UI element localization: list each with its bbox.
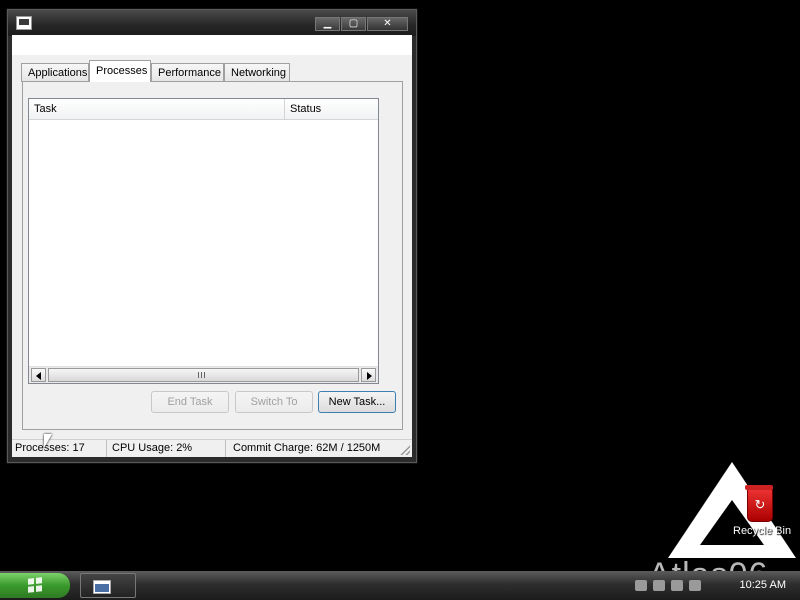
maximize-icon: ▢ (348, 18, 359, 29)
arrow-left-icon (36, 372, 41, 380)
arrow-right-icon (367, 372, 372, 380)
start-button[interactable] (0, 573, 70, 598)
list-header: Task Status (29, 99, 378, 120)
close-icon: ✕ (383, 18, 392, 29)
column-header-status[interactable]: Status (285, 99, 378, 119)
task-manager-icon[interactable] (16, 16, 32, 30)
status-bar: Processes: 17 CPU Usage: 2% Commit Charg… (12, 439, 412, 457)
tab-networking[interactable]: Networking (224, 63, 290, 82)
tab-performance[interactable]: Performance (151, 63, 224, 82)
tab-processes[interactable]: Processes (89, 60, 151, 82)
security-icon[interactable] (671, 580, 683, 591)
scroll-thumb[interactable] (48, 368, 359, 382)
monitor-icon[interactable] (689, 580, 701, 591)
scroll-left-button[interactable] (31, 368, 46, 382)
recycle-bin-label[interactable]: Recycle Bin (733, 525, 791, 537)
status-commit-charge: Commit Charge: 62M / 1250M (233, 442, 381, 454)
recycle-bin-icon[interactable]: ↻ (745, 485, 773, 522)
task-list[interactable]: Task Status (28, 98, 379, 384)
maximize-button[interactable]: ▢ (341, 17, 366, 31)
grip-icon (198, 372, 206, 378)
horizontal-scrollbar[interactable] (29, 366, 378, 383)
mouse-cursor-icon (44, 434, 52, 448)
recycle-arrow-icon: ↻ (754, 497, 766, 512)
status-processes: Processes: 17 (12, 440, 107, 457)
network-icon[interactable] (635, 580, 647, 591)
task-manager-window: ▁ ▢ ✕ Applications Processes Performance… (7, 9, 417, 463)
new-task-button[interactable]: New Task... (318, 391, 396, 413)
switch-to-button[interactable]: Switch To (235, 391, 313, 413)
tab-applications[interactable]: Applications (21, 63, 89, 82)
taskbar-task-manager-button[interactable] (80, 573, 136, 598)
taskbar: 10:25 AM (0, 571, 800, 600)
window-client-area: Applications Processes Performance Netwo… (12, 35, 412, 457)
close-button[interactable]: ✕ (367, 17, 408, 31)
resize-grip-icon[interactable] (400, 445, 410, 455)
volume-icon[interactable] (653, 580, 665, 591)
minimize-icon: ▁ (323, 18, 332, 29)
end-task-button[interactable]: End Task (151, 391, 229, 413)
menu-bar (12, 35, 412, 55)
minimize-button[interactable]: ▁ (315, 17, 340, 31)
window-controls: ▁ ▢ ✕ (314, 17, 408, 31)
window-icon (93, 580, 111, 594)
windows-logo-icon (28, 577, 42, 593)
system-tray: 10:25 AM (625, 571, 800, 600)
clock[interactable]: 10:25 AM (740, 579, 786, 591)
scroll-right-button[interactable] (361, 368, 376, 382)
title-bar[interactable]: ▁ ▢ ✕ (8, 10, 416, 36)
status-cpu-usage: CPU Usage: 2% (109, 440, 226, 457)
column-header-task[interactable]: Task (29, 99, 285, 119)
